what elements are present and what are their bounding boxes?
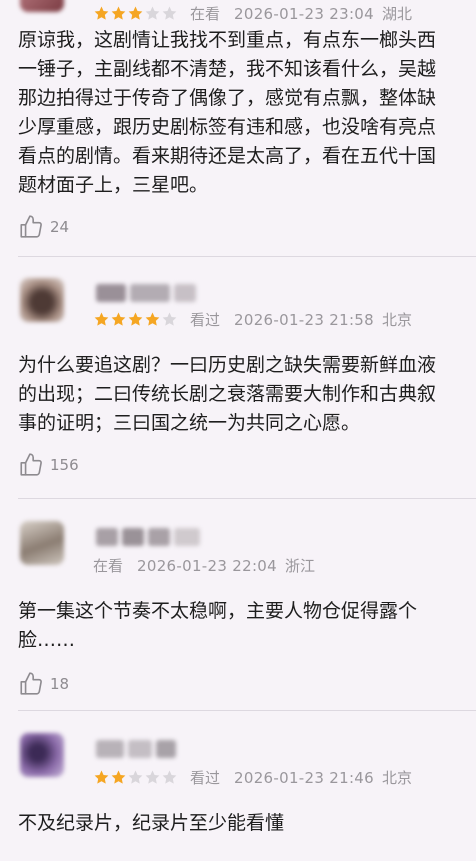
thumbs-up-icon <box>20 215 42 238</box>
review-text[interactable]: 原谅我，这剧情让我找不到重点，有点东一榔头西 一锤子，主副线都不清楚，我不知该看… <box>18 26 476 200</box>
review-header: 看过 2026-01-23 21:46 北京 <box>18 711 476 791</box>
review-text-line: 看点的剧情。看来期待还是太高了，看在五代十国 <box>18 145 437 167</box>
star-filled-icon <box>111 770 126 784</box>
like-count: 24 <box>50 218 70 236</box>
star-filled-icon <box>111 6 126 20</box>
review-item: 在看 2026-01-23 22:04 浙江 第一集这个节奏不太稳啊，主要人物仓… <box>0 499 476 710</box>
star-empty-icon <box>162 6 177 20</box>
like-button[interactable]: 156 <box>18 452 476 478</box>
star-empty-icon <box>162 312 177 326</box>
star-empty-icon <box>128 770 143 784</box>
review-date: 2026-01-23 21:58 <box>234 310 374 329</box>
star-filled-icon <box>94 6 109 20</box>
review-text-line: 脸…… <box>18 629 76 651</box>
avatar[interactable] <box>20 278 64 322</box>
review-text-line: 不及纪录片，纪录片至少能看懂 <box>18 812 285 834</box>
review-item: 看过 2026-01-23 21:58 北京 为什么要追这剧？一曰历史剧之缺失需… <box>0 257 476 498</box>
review-feed: 在看 2026-01-23 23:04 湖北 原谅我，这剧情让我找不到重点，有点… <box>0 0 476 861</box>
review-text-line: 的出现；二曰传统长剧之衰落需要大制作和古典叙 <box>18 383 437 405</box>
review-meta: 看过 2026-01-23 21:58 北京 <box>93 309 412 330</box>
like-button[interactable]: 18 <box>18 671 476 697</box>
review-item: 在看 2026-01-23 23:04 湖北 原谅我，这剧情让我找不到重点，有点… <box>0 0 476 256</box>
star-filled-icon <box>111 312 126 326</box>
star-empty-icon <box>162 770 177 784</box>
rating-stars <box>93 5 178 22</box>
review-text[interactable]: 不及纪录片，纪录片至少能看懂 <box>18 809 476 838</box>
review-location: 浙江 <box>284 557 315 575</box>
review-text-line: 一锤子，主副线都不清楚，我不知该看什么，吴越 <box>18 58 437 80</box>
review-text-line: 少厚重感，跟历史剧标签有违和感，也没啥有亮点 <box>18 116 437 138</box>
star-empty-icon <box>145 6 160 20</box>
star-filled-icon <box>145 312 160 326</box>
review-text-line: 第一集这个节奏不太稳啊，主要人物仓促得露个 <box>18 600 418 622</box>
review-date: 2026-01-23 22:04 <box>137 556 277 575</box>
review-text-line: 题材面子上，三星吧。 <box>18 174 209 196</box>
star-empty-icon <box>145 770 160 784</box>
review-date: 2026-01-23 21:46 <box>234 768 374 787</box>
review-location: 北京 <box>381 769 412 787</box>
like-count: 156 <box>50 456 79 474</box>
review-header: 在看 2026-01-23 23:04 湖北 <box>18 0 476 26</box>
rating-stars <box>93 769 178 786</box>
review-date: 2026-01-23 23:04 <box>234 4 374 23</box>
watch-status: 看过 <box>190 769 221 787</box>
review-text-line: 那边拍得过于传奇了偶像了，感觉有点飘，整体缺 <box>18 87 437 109</box>
star-filled-icon <box>128 6 143 20</box>
avatar[interactable] <box>20 0 64 12</box>
avatar[interactable] <box>20 521 64 565</box>
review-header: 在看 2026-01-23 22:04 浙江 <box>18 499 476 579</box>
rating-stars <box>93 311 178 328</box>
username-blurred <box>96 528 200 546</box>
like-count: 18 <box>50 675 70 693</box>
review-text-line: 为什么要追这剧？一曰历史剧之缺失需要新鲜血液 <box>18 354 437 376</box>
avatar[interactable] <box>20 733 64 777</box>
star-filled-icon <box>128 312 143 326</box>
review-item: 看过 2026-01-23 21:46 北京 不及纪录片，纪录片至少能看懂 <box>0 711 476 861</box>
watch-status: 看过 <box>190 311 221 329</box>
review-header: 看过 2026-01-23 21:58 北京 <box>18 257 476 337</box>
review-text-line: 事的证明；三曰国之统一为共同之心愿。 <box>18 412 361 434</box>
star-filled-icon <box>94 770 109 784</box>
review-text[interactable]: 为什么要追这剧？一曰历史剧之缺失需要新鲜血液 的出现；二曰传统长剧之衰落需要大制… <box>18 351 476 438</box>
star-filled-icon <box>94 312 109 326</box>
thumbs-up-icon <box>20 453 42 476</box>
review-meta: 在看 2026-01-23 22:04 浙江 <box>93 555 315 576</box>
review-text-line: 原谅我，这剧情让我找不到重点，有点东一榔头西 <box>18 29 437 51</box>
review-meta: 在看 2026-01-23 23:04 湖北 <box>93 3 412 24</box>
watch-status: 在看 <box>93 557 124 575</box>
review-location: 北京 <box>381 311 412 329</box>
watch-status: 在看 <box>190 5 221 23</box>
review-location: 湖北 <box>381 5 412 23</box>
username-blurred <box>96 284 196 302</box>
review-meta: 看过 2026-01-23 21:46 北京 <box>93 767 412 788</box>
thumbs-up-icon <box>20 672 42 695</box>
username-blurred <box>96 740 176 758</box>
like-button[interactable]: 24 <box>18 214 476 240</box>
review-text[interactable]: 第一集这个节奏不太稳啊，主要人物仓促得露个 脸…… <box>18 597 476 655</box>
